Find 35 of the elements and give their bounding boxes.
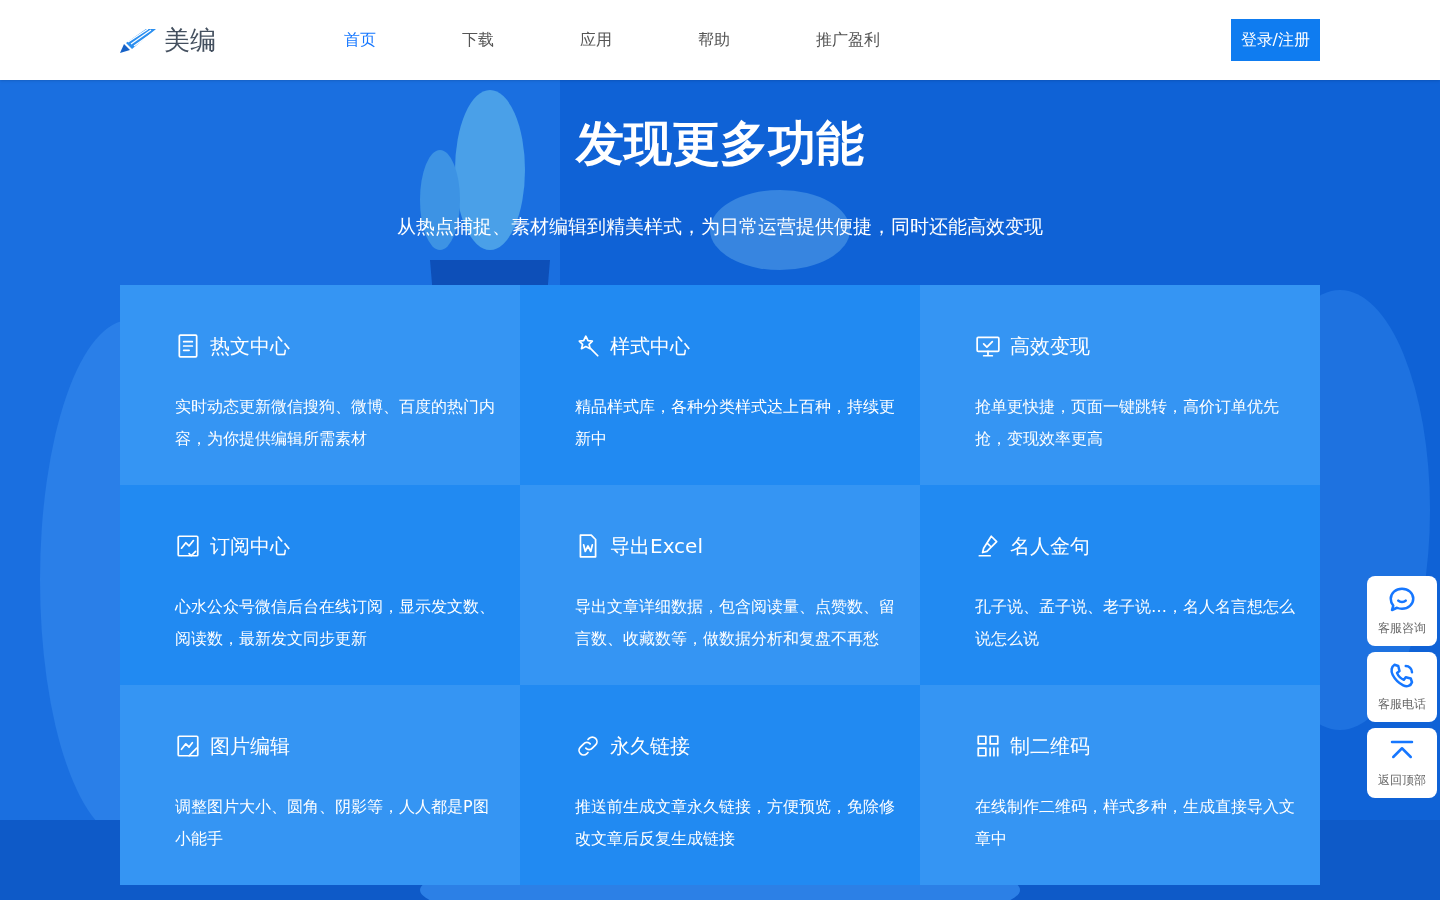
feature-title: 名人金句: [1010, 532, 1090, 560]
side-button[interactable]: 返回顶部: [1367, 728, 1437, 798]
nav-link[interactable]: 应用: [580, 28, 612, 52]
feature-title: 图片编辑: [210, 732, 290, 760]
nav-link[interactable]: 帮助: [698, 28, 730, 52]
logo-text: 美编: [164, 23, 216, 57]
nav-link[interactable]: 下载: [462, 28, 494, 52]
feature-description: 调整图片大小、圆角、阴影等，人人都是P图小能手: [175, 795, 490, 850]
feature-description: 孔子说、孟子说、老子说…，名人名言想怎么说怎么说: [975, 595, 1296, 650]
feature-title: 永久链接: [610, 732, 690, 760]
chart-check-icon: [175, 532, 201, 559]
feature-description: 精品样式库，各种分类样式达上百种，持续更新中: [575, 395, 896, 450]
feature-description: 推送前生成文章永久链接，方便预览，免除修改文章后反复生成链接: [575, 795, 896, 850]
feature-title: 热文中心: [210, 332, 290, 360]
side-button[interactable]: 客服咨询: [1367, 576, 1437, 646]
feature-description: 在线制作二维码，样式多种，生成直接导入文章中: [975, 795, 1296, 850]
feature-title: 导出Excel: [610, 532, 703, 560]
document-icon: [175, 332, 201, 359]
side-button[interactable]: 客服电话: [1367, 652, 1437, 722]
nav-link[interactable]: 首页: [344, 28, 376, 52]
feature-title: 样式中心: [610, 332, 690, 360]
login-button[interactable]: 登录/注册: [1230, 19, 1320, 61]
feature-description: 心水公众号微信后台在线订阅，显示发文数、阅读数，最新发文同步更新: [175, 595, 496, 650]
hero-title: 发现更多功能: [576, 114, 864, 173]
feature-title: 制二维码: [1010, 732, 1090, 760]
nav-link[interactable]: 推广盈利: [816, 28, 880, 52]
pencil-logo-icon: [120, 27, 156, 53]
hero-subtitle: 从热点捕捉、素材编辑到精美样式，为日常运营提供便捷，同时还能高效变现: [397, 214, 1043, 239]
feature-title: 订阅中心: [210, 532, 290, 560]
feature-description: 导出文章详细数据，包含阅读量、点赞数、留言数、收藏数等，做数据分析和复盘不再愁: [575, 595, 896, 650]
feature-description: 抢单更快捷，页面一键跳转，高价订单优先抢，变现效率更高: [975, 395, 1280, 450]
qr-code-icon: [975, 732, 1001, 759]
feature-title: 高效变现: [1010, 332, 1090, 360]
feature-description: 实时动态更新微信搜狗、微博、百度的热门内容，为你提供编辑所需素材: [175, 395, 496, 450]
image-edit-icon: [175, 732, 201, 759]
